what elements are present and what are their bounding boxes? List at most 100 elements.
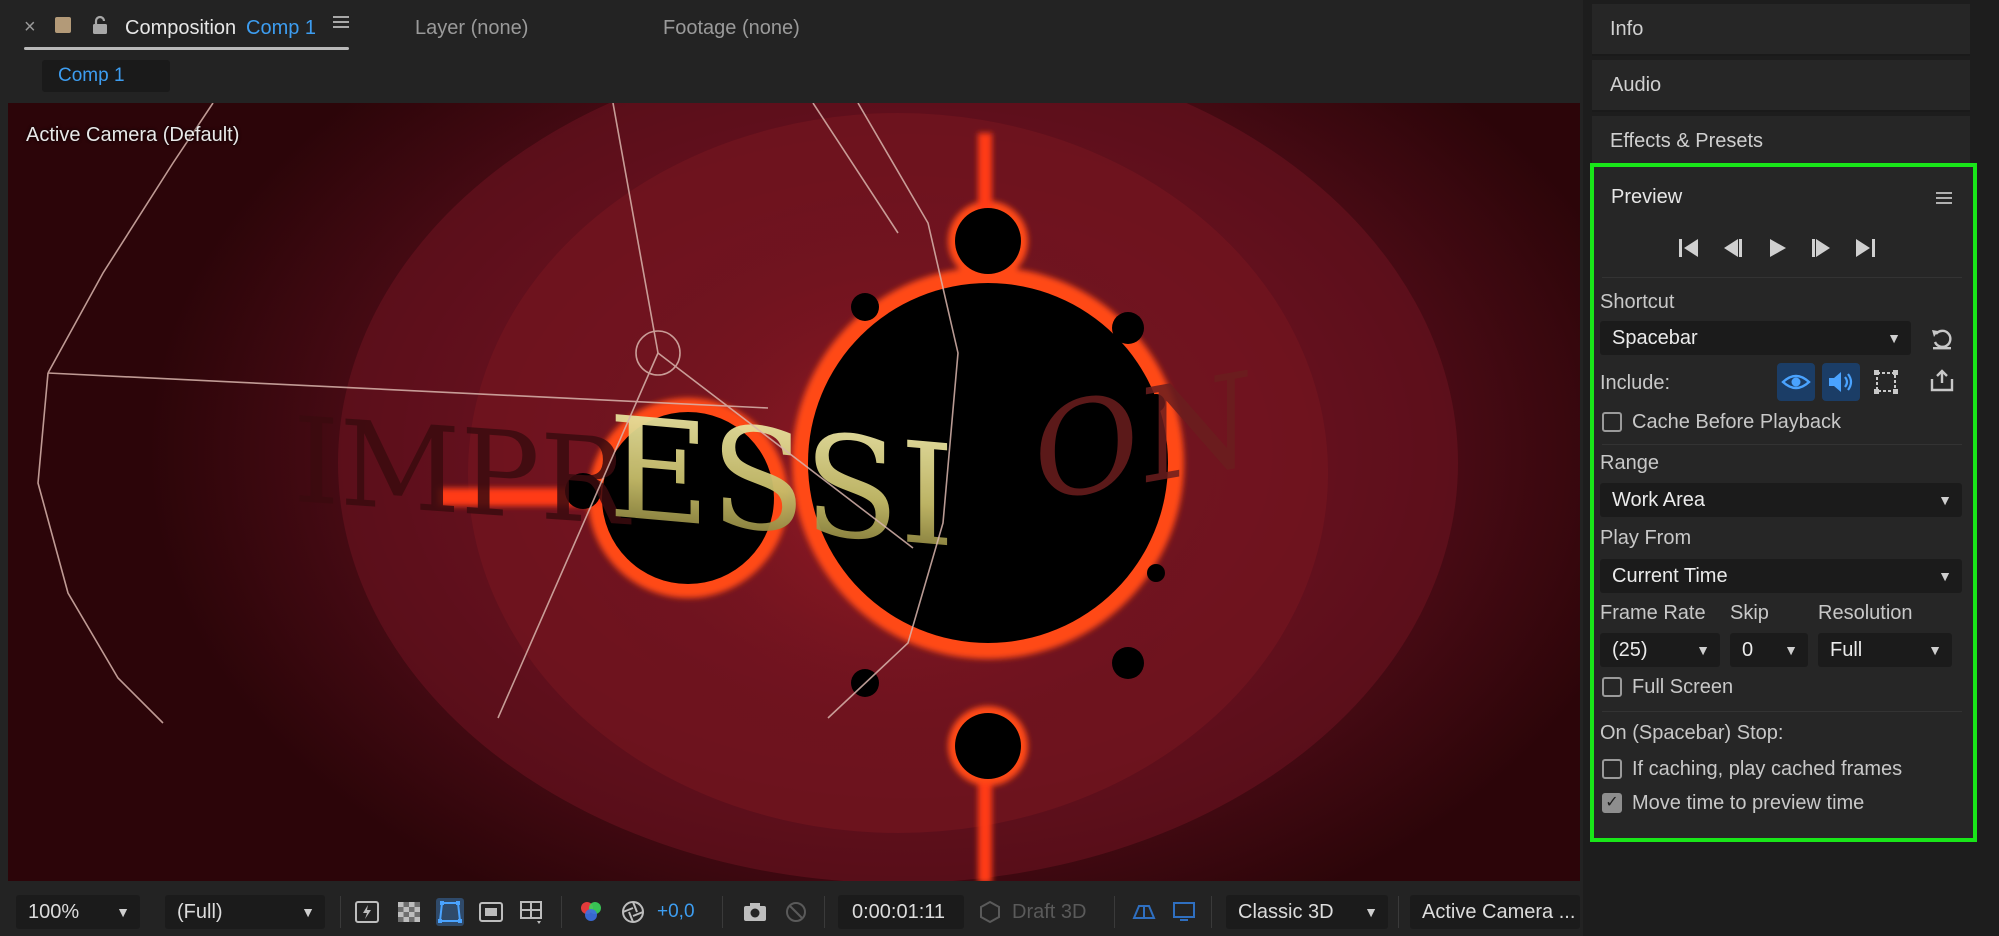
toolbar-divider [340,896,341,928]
audio-panel-title: Audio [1610,74,1662,96]
resolution-dropdown[interactable]: (Full) ▼ [165,895,325,929]
toolbar-divider [722,896,723,928]
eye-icon [1781,374,1811,390]
lock-icon[interactable] [90,15,110,35]
shortcut-label: Shortcut [1600,291,1675,313]
move-time-checkbox[interactable]: ✓ [1602,793,1622,813]
toolbar-divider [1211,896,1212,928]
renderer-value: Classic 3D [1238,901,1334,923]
resolution-label: Resolution [1818,602,1913,624]
move-time-label: Move time to preview time [1632,792,1865,814]
fast-previews-icon[interactable] [353,898,381,926]
divider [1602,277,1962,278]
3d-view-value: Active Camera ... [1422,901,1576,923]
include-overlays-toggle[interactable] [1867,363,1905,401]
include-video-toggle[interactable] [1777,363,1815,401]
tab-footage[interactable]: Footage (none) [663,17,800,40]
active-tab-indicator [24,47,349,50]
first-frame-icon[interactable] [1676,236,1702,260]
include-audio-toggle[interactable] [1822,363,1860,401]
effects-presets-panel-title: Effects & Presets [1610,130,1764,152]
last-frame-icon[interactable] [1852,236,1878,260]
play-from-dropdown[interactable]: Current Time ▼ [1600,559,1962,593]
magnification-dropdown[interactable]: 100% ▼ [16,895,140,929]
panel-menu-icon[interactable] [1935,190,1953,206]
cache-before-playback-label: Cache Before Playback [1632,411,1842,433]
chevron-down-icon: ▼ [1784,642,1798,658]
toolbar-divider [1114,896,1115,928]
transparency-grid-icon[interactable] [395,898,423,926]
comp-navigator-row [0,58,1583,100]
play-icon[interactable] [1764,236,1790,260]
current-time-display[interactable]: 0:00:01:11 [838,895,964,929]
resolution-dropdown[interactable]: Full ▼ [1818,633,1952,667]
divider [1602,444,1962,445]
3d-view-dropdown[interactable]: Active Camera ... [1410,895,1580,929]
effects-presets-panel-header[interactable]: Effects & Presets [1592,116,1970,168]
if-caching-label: If caching, play cached frames [1632,758,1903,780]
chevron-down-icon: ▼ [301,904,315,920]
chevron-down-icon: ▼ [1887,330,1901,346]
composition-tab-comp-name[interactable]: Comp 1 [246,17,316,40]
chevron-down-icon: ▼ [1696,642,1710,658]
comp-navigator-chip[interactable]: Comp 1 [42,60,170,92]
composition-viewer[interactable]: IMPR ESSI ON [8,103,1580,881]
cache-before-playback-checkbox[interactable] [1602,412,1622,432]
color-channels-icon[interactable] [577,898,605,926]
exposure-value[interactable]: +0,0 [657,901,695,923]
frame-rate-dropdown[interactable]: (25) ▼ [1600,633,1720,667]
composition-tab-label[interactable]: Composition [125,17,236,40]
snapshot-icon[interactable] [741,898,769,926]
previous-frame-icon[interactable] [1720,236,1746,260]
toolbar-divider [561,896,562,928]
close-tab-icon[interactable]: × [24,16,36,39]
next-frame-icon[interactable] [1808,236,1834,260]
exposure-reset-icon[interactable] [619,898,647,926]
chevron-down-icon: ▼ [116,904,130,920]
skip-value: 0 [1742,639,1754,661]
if-caching-checkbox[interactable] [1602,759,1622,779]
region-of-interest-icon[interactable] [477,898,505,926]
timecode-value: 0:00:01:11 [852,901,946,923]
renderer-dropdown[interactable]: Classic 3D ▼ [1226,895,1388,929]
chevron-down-icon: ▼ [1938,492,1952,508]
3d-ground-plane-icon[interactable] [1130,898,1158,926]
grid-guides-icon[interactable] [518,898,546,926]
comp-color-label-swatch[interactable] [55,17,71,33]
active-camera-label: Active Camera (Default) [26,124,240,146]
range-value: Work Area [1612,489,1705,511]
full-screen-checkbox[interactable] [1602,677,1622,697]
skip-dropdown[interactable]: 0 ▼ [1730,633,1808,667]
toolbar-divider [824,896,825,928]
range-dropdown[interactable]: Work Area ▼ [1600,483,1962,517]
info-panel-title: Info [1610,18,1644,40]
show-snapshot-icon[interactable] [782,898,810,926]
shortcut-value: Spacebar [1612,327,1698,349]
info-panel-header[interactable]: Info [1592,4,1970,56]
chevron-down-icon: ▼ [1938,568,1952,584]
frame-rate-label: Frame Rate [1600,602,1706,624]
range-label: Range [1600,452,1659,474]
viewer-canvas: IMPR ESSI ON [37,103,1458,881]
chevron-down-icon: ▼ [1928,642,1942,658]
on-stop-label: On (Spacebar) Stop: [1600,722,1784,744]
extended-viewer-icon[interactable] [1170,898,1198,926]
draft-3d-label[interactable]: Draft 3D [1012,901,1086,924]
frame-rate-value: (25) [1612,639,1648,661]
play-from-label: Play From [1600,527,1692,549]
speaker-icon [1829,372,1853,392]
tab-layer[interactable]: Layer (none) [415,17,528,40]
panel-menu-icon[interactable] [332,14,350,30]
preview-panel-title: Preview [1611,186,1683,208]
mask-path-icon[interactable] [436,898,464,926]
audio-panel-header[interactable]: Audio [1592,60,1970,112]
include-label: Include: [1600,372,1671,394]
resolution-value: (Full) [177,901,223,923]
divider [1602,711,1962,712]
reset-icon[interactable] [1929,326,1955,352]
skip-label: Skip [1730,602,1769,624]
export-icon[interactable] [1929,368,1955,394]
draft-3d-icon[interactable] [976,898,1004,926]
play-from-value: Current Time [1612,565,1728,587]
shortcut-dropdown[interactable]: Spacebar ▼ [1600,321,1911,355]
